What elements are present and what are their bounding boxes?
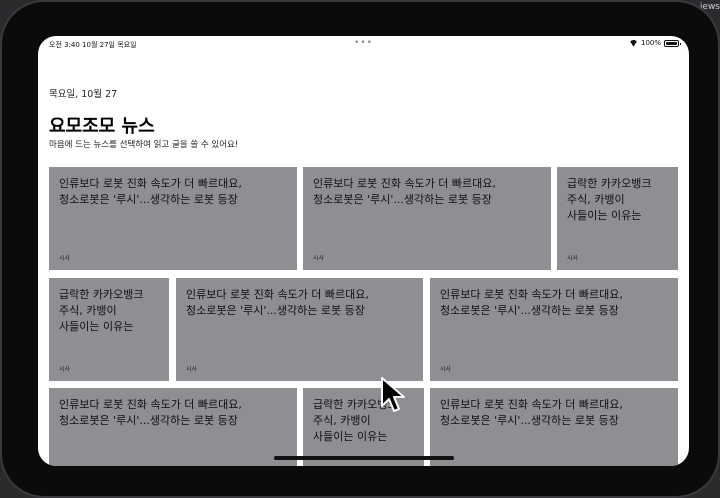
news-card[interactable]: 급락한 카카오뱅크 주식, 카뱅이 사들이는 이유는 시사 <box>49 278 169 381</box>
page-title: 요모조모 뉴스 <box>49 116 155 137</box>
news-card[interactable]: 인류보다 로봇 진화 속도가 더 빠르대요, 청소로봇은 '루시'...생각하는… <box>49 388 297 466</box>
pointer-cursor-icon <box>381 377 405 412</box>
news-card-title: 인류보다 로봇 진화 속도가 더 빠르대요, 청소로봇은 '루시'...생각하는… <box>59 177 242 206</box>
news-card-title: 인류보다 로봇 진화 속도가 더 빠르대요, 청소로봇은 '루시'...생각하는… <box>59 398 242 427</box>
page-subtitle: 마음에 드는 뉴스를 선택하여 읽고 글을 쓸 수 있어요! <box>49 140 239 150</box>
multitasking-dots-icon[interactable]: ••• <box>354 38 373 48</box>
news-card-category: 시사 <box>59 366 71 373</box>
status-bar: 오전 3:40 10월 27일 목요일 ••• 100% <box>38 36 689 52</box>
app-screen: 오전 3:40 10월 27일 목요일 ••• 100% 목요일, 10월 27… <box>38 36 689 466</box>
news-card-title: 인류보다 로봇 진화 속도가 더 빠르대요, 청소로봇은 '루시'...생각하는… <box>440 288 623 317</box>
news-card-title: 급락한 카카오뱅크 주식, 카뱅이 사들이는 이유는 <box>59 288 144 333</box>
news-card[interactable]: 인류보다 로봇 진화 속도가 더 빠르대요, 청소로봇은 '루시'...생각하는… <box>176 278 423 381</box>
status-right: 100% <box>629 39 681 47</box>
header-date: 목요일, 10월 27 <box>49 89 118 100</box>
news-card-title: 급락한 카카오뱅크 주식, 카뱅이 사들이는 이유는 <box>567 177 652 222</box>
news-card-category: 시사 <box>440 366 452 373</box>
wifi-icon <box>629 40 638 47</box>
news-card-category: 시사 <box>59 255 71 262</box>
news-card-title: 인류보다 로봇 진화 속도가 더 빠르대요, 청소로봇은 '루시'...생각하는… <box>186 288 369 317</box>
news-card[interactable]: 급락한 카카오뱅크 주식, 카뱅이 사들이는 이유는 시사 <box>557 167 678 270</box>
battery-icon <box>664 39 681 47</box>
news-card-title: 인류보다 로봇 진화 속도가 더 빠르대요, 청소로봇은 '루시'...생각하는… <box>440 398 623 427</box>
ipad-device-frame: 오전 3:40 10월 27일 목요일 ••• 100% 목요일, 10월 27… <box>0 0 720 498</box>
news-card-category: 시사 <box>567 255 579 262</box>
battery-percent: 100% <box>640 39 661 47</box>
news-card[interactable]: 인류보다 로봇 진화 속도가 더 빠르대요, 청소로봇은 '루시'...생각하는… <box>430 388 678 466</box>
home-indicator[interactable] <box>274 456 454 460</box>
news-card[interactable]: 인류보다 로봇 진화 속도가 더 빠르대요, 청소로봇은 '루시'...생각하는… <box>303 167 551 270</box>
news-card-category: 시사 <box>313 255 325 262</box>
status-time-date: 오전 3:40 10월 27일 목요일 <box>49 41 137 49</box>
news-card-title: 인류보다 로봇 진화 속도가 더 빠르대요, 청소로봇은 '루시'...생각하는… <box>313 177 496 206</box>
news-card-category: 시사 <box>186 366 198 373</box>
news-card[interactable]: 인류보다 로봇 진화 속도가 더 빠르대요, 청소로봇은 '루시'...생각하는… <box>430 278 678 381</box>
news-card[interactable]: 인류보다 로봇 진화 속도가 더 빠르대요, 청소로봇은 '루시'...생각하는… <box>49 167 297 270</box>
